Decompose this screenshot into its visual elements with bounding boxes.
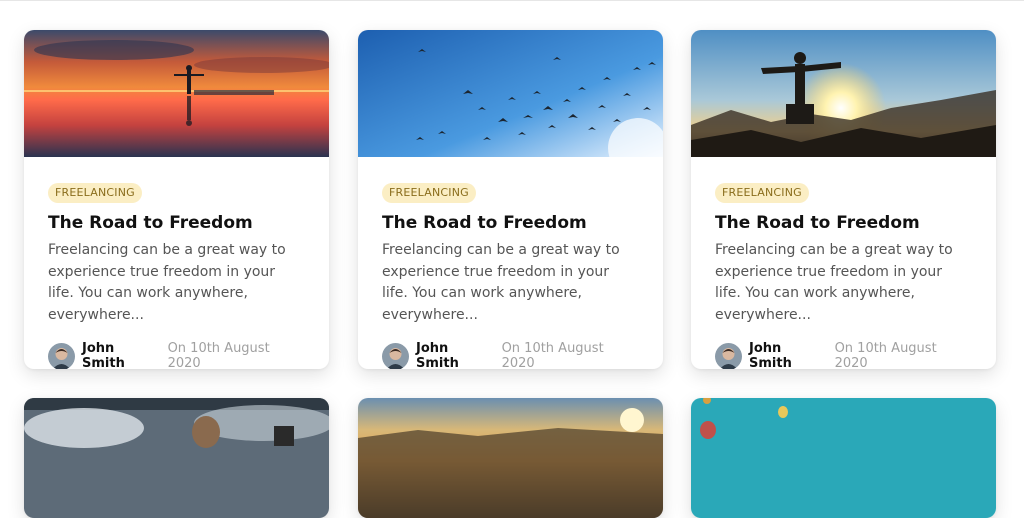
category-tag[interactable]: FREELANCING: [715, 183, 809, 203]
author-avatar[interactable]: [382, 342, 409, 369]
post-excerpt: Freelancing can be a great way to experi…: [382, 242, 620, 323]
blog-card[interactable]: [24, 398, 329, 518]
post-excerpt: Freelancing can be a great way to experi…: [715, 242, 953, 323]
post-date: On 10th August 2020: [501, 341, 604, 369]
mountain-sunrise-image[interactable]: [691, 30, 996, 157]
post-meta: John Smith On 10th August 2020: [382, 341, 639, 369]
top-divider: [0, 0, 1024, 1]
post-meta: John Smith On 10th August 2020: [48, 341, 305, 369]
post-date: On 10th August 2020: [167, 341, 270, 369]
blog-card[interactable]: [691, 398, 996, 518]
post-title[interactable]: The Road to Freedom: [382, 212, 639, 234]
blog-card[interactable]: FREELANCING The Road to Freedom Freelanc…: [358, 30, 663, 369]
sunset-lake-image[interactable]: [24, 30, 329, 157]
blog-card[interactable]: [358, 398, 663, 518]
category-tag[interactable]: FREELANCING: [48, 183, 142, 203]
post-date: On 10th August 2020: [834, 341, 937, 369]
blog-card[interactable]: FREELANCING The Road to Freedom Freelanc…: [691, 30, 996, 369]
author-avatar[interactable]: [715, 342, 742, 369]
author-name[interactable]: John Smith: [82, 341, 161, 369]
post-excerpt: Freelancing can be a great way to experi…: [48, 242, 286, 323]
author-name[interactable]: John Smith: [749, 341, 828, 369]
author-avatar[interactable]: [48, 342, 75, 369]
category-tag[interactable]: FREELANCING: [382, 183, 476, 203]
author-name[interactable]: John Smith: [416, 341, 495, 369]
post-title[interactable]: The Road to Freedom: [48, 212, 305, 234]
hot-air-balloons-image[interactable]: [691, 398, 996, 518]
post-meta: John Smith On 10th August 2020: [715, 341, 972, 369]
birds-sky-image[interactable]: [358, 30, 663, 157]
rocky-shore-image[interactable]: [24, 398, 329, 518]
blog-card[interactable]: FREELANCING The Road to Freedom Freelanc…: [24, 30, 329, 369]
horizon-sunset-image[interactable]: [358, 398, 663, 518]
post-title[interactable]: The Road to Freedom: [715, 212, 972, 234]
